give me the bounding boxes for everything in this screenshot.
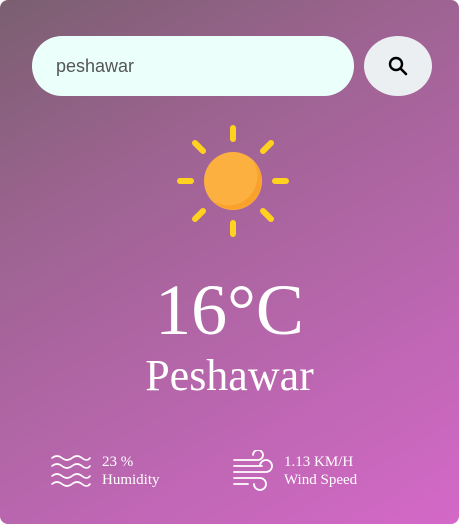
wind-label: Wind Speed (284, 472, 358, 488)
humidity-label: Humidity (102, 472, 160, 488)
humidity-value: 23 % (102, 454, 134, 470)
humidity-stat: 23 % Humidity (50, 450, 160, 492)
search-icon (388, 56, 408, 76)
wind-stat: 1.13 KM/H Wind Speed (232, 450, 357, 492)
humidity-icon (51, 455, 91, 487)
temperature: 16°C (155, 270, 304, 350)
weather-card: 16°C Peshawar 23 % Humidity (0, 0, 459, 524)
wind-value: 1.13 KM/H (284, 454, 354, 470)
search-input[interactable] (32, 36, 354, 96)
sun-icon (177, 125, 289, 237)
city-name: Peshawar (145, 351, 314, 400)
wind-icon (233, 450, 273, 491)
search-button[interactable] (364, 36, 432, 96)
